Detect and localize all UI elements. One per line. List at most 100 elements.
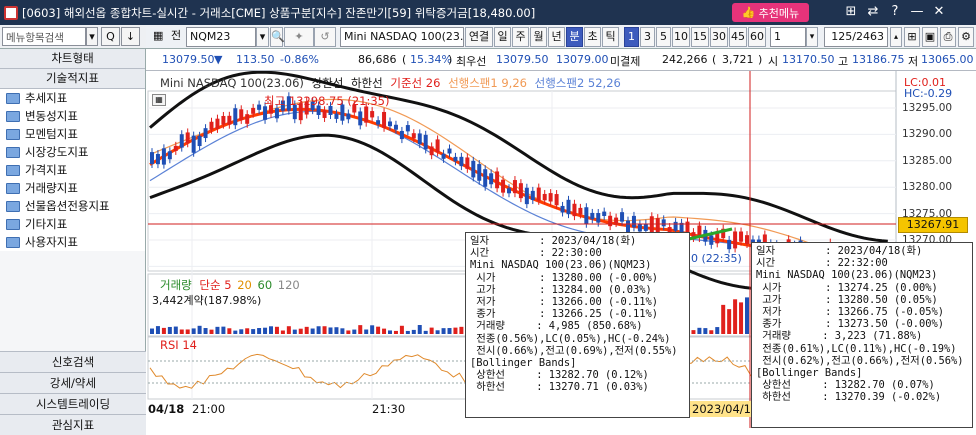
indicator-sidebar: 차트형태 기술적지표 추세지표변동성지표모멘텀지표시장강도지표 가격지표 거래량지표… bbox=[0, 49, 146, 435]
symbol-dropdown-icon[interactable]: ▾ bbox=[256, 27, 269, 47]
interval-5-button[interactable]: 5 bbox=[656, 27, 671, 47]
grid-icon[interactable]: ▦ bbox=[150, 27, 166, 47]
help-icon[interactable]: ? bbox=[886, 3, 904, 21]
candle-body bbox=[447, 148, 452, 154]
sidebar-item-3[interactable]: 시장강도지표 bbox=[0, 143, 145, 161]
candle-body bbox=[465, 157, 470, 169]
open-label: 시 bbox=[768, 55, 779, 68]
link-icon[interactable]: ⇄ bbox=[864, 3, 882, 21]
settings-icon[interactable]: ⚙ bbox=[958, 27, 974, 47]
time-label-2100: 21:00 bbox=[192, 402, 226, 416]
interval-10-button[interactable]: 10 bbox=[672, 27, 690, 47]
sidebar-item-label: 기타지표 bbox=[25, 217, 68, 231]
period-tick-button[interactable]: 틱 bbox=[602, 27, 619, 47]
data-count-field[interactable]: 125/2463 bbox=[824, 27, 888, 47]
period-year-button[interactable]: 년 bbox=[548, 27, 565, 47]
best-ask: 13079.00 bbox=[556, 53, 609, 66]
symbol-search-icon[interactable]: 🔍 bbox=[270, 27, 285, 47]
oi-open-paren: ( bbox=[712, 53, 717, 66]
bb-upper-line bbox=[149, 71, 888, 243]
sidebar-item-label: 모멘텀지표 bbox=[25, 127, 78, 141]
interval-3-button[interactable]: 3 bbox=[640, 27, 655, 47]
volume-bar bbox=[382, 328, 387, 334]
volume-bar bbox=[209, 329, 214, 334]
period-link-button[interactable]: 연결 bbox=[465, 27, 493, 47]
candle-body bbox=[733, 231, 738, 249]
interval-1-button[interactable]: 1 bbox=[624, 27, 639, 47]
period-week-button[interactable]: 주 bbox=[512, 27, 529, 47]
volume-bar bbox=[286, 326, 291, 334]
period-second-button[interactable]: 초 bbox=[584, 27, 601, 47]
chart-grid-icon[interactable]: ▦ bbox=[152, 94, 166, 106]
minimize-icon[interactable]: — bbox=[908, 3, 926, 21]
sidebar-item-7[interactable]: 기타지표 bbox=[0, 215, 145, 233]
layout-icon[interactable]: ⊞ bbox=[842, 3, 860, 21]
low-price-label: 0 (22:35) bbox=[691, 252, 742, 265]
candle-body bbox=[334, 113, 339, 119]
sidebar-item-5[interactable]: 거래량지표 bbox=[0, 179, 145, 197]
candle-body bbox=[578, 207, 583, 215]
sidebar-item-label: 변동성지표 bbox=[25, 109, 78, 123]
volume-ma4: 120 bbox=[277, 278, 300, 292]
count-stepper-icon[interactable]: ▴ bbox=[890, 27, 902, 47]
interval-60-button[interactable]: 60 bbox=[748, 27, 766, 47]
tooltip-line: 일자 : 2023/04/18(화) bbox=[470, 235, 637, 247]
interval-value-select[interactable]: 1 bbox=[770, 27, 806, 47]
refresh-icon[interactable]: ↺ bbox=[314, 27, 336, 47]
volume-bar bbox=[197, 325, 202, 334]
volume-bar bbox=[745, 297, 749, 334]
bull-bear-tab[interactable]: 강세/약세 bbox=[0, 372, 146, 393]
technical-indicator-header[interactable]: 기술적지표 bbox=[0, 69, 145, 89]
volume-bar bbox=[310, 328, 315, 334]
tooltip-line: 저가 : 13266.75 (-0.05%) bbox=[756, 306, 945, 319]
candle-body bbox=[257, 104, 262, 110]
down-arrow-button[interactable]: ↓ bbox=[121, 27, 140, 46]
interval-30-button[interactable]: 30 bbox=[710, 27, 728, 47]
interval-45-button[interactable]: 45 bbox=[729, 27, 747, 47]
candle-body bbox=[423, 134, 428, 150]
tooltip-line: 시가 : 13274.25 (0.00%) bbox=[756, 281, 938, 294]
candle-body bbox=[536, 187, 541, 201]
type-label[interactable]: 전 bbox=[168, 27, 184, 47]
price-tick: 13295.00 bbox=[902, 102, 953, 114]
system-trading-tab[interactable]: 시스템트레이딩 bbox=[0, 393, 146, 414]
folder-icon bbox=[6, 218, 20, 230]
candle-body bbox=[590, 212, 595, 220]
save-icon[interactable]: ▣ bbox=[922, 27, 938, 47]
volume-bar bbox=[269, 326, 273, 334]
volume-ma1: 단순 5 bbox=[199, 278, 232, 292]
watch-indicator-tab[interactable]: 관심지표 bbox=[0, 414, 146, 435]
sidebar-item-0[interactable]: 추세지표 bbox=[0, 89, 145, 107]
tooltip-line: 고가 : 13280.50 (0.05%) bbox=[756, 293, 938, 306]
print-icon[interactable]: ⎙ bbox=[940, 27, 956, 47]
tooltip-line: 종가 : 13273.50 (-0.00%) bbox=[756, 318, 945, 331]
chart-area[interactable]: Mini NASDAQ 100(23.06) 상한선 하한선 기준선 26 선행… bbox=[146, 71, 976, 428]
crosshair-icon[interactable]: ⊞ bbox=[904, 27, 920, 47]
volume-bar bbox=[322, 326, 327, 334]
spin-icon[interactable]: ✦ bbox=[284, 27, 314, 47]
close-icon[interactable]: ✕ bbox=[930, 3, 948, 21]
candle-body bbox=[518, 183, 523, 199]
sidebar-item-4[interactable]: 가격지표 bbox=[0, 161, 145, 179]
volume-bar bbox=[721, 304, 726, 334]
recommended-menu-button[interactable]: 👍 추천메뉴 bbox=[732, 3, 809, 22]
period-minute-button[interactable]: 분 bbox=[566, 27, 583, 47]
sidebar-item-2[interactable]: 모멘텀지표 bbox=[0, 125, 145, 143]
menu-search-input[interactable]: 메뉴항목검색 bbox=[2, 27, 86, 46]
search-dropdown-button[interactable]: ▾ bbox=[86, 27, 98, 46]
interval-15-button[interactable]: 15 bbox=[691, 27, 709, 47]
sidebar-item-8[interactable]: 사용자지표 bbox=[0, 233, 145, 251]
tooltip-line: 시가 : 13280.00 (-0.00%) bbox=[470, 271, 659, 284]
interval-dropdown-icon[interactable]: ▾ bbox=[806, 27, 818, 47]
tooltip-line: Mini NASDAQ 100(23.06)(NQM23) bbox=[756, 269, 938, 282]
search-button[interactable]: Q bbox=[101, 27, 120, 46]
period-month-button[interactable]: 월 bbox=[530, 27, 547, 47]
sidebar-item-1[interactable]: 변동성지표 bbox=[0, 107, 145, 125]
signal-search-tab[interactable]: 신호검색 bbox=[0, 351, 146, 372]
chart-type-header[interactable]: 차트형태 bbox=[0, 49, 145, 69]
symbol-input[interactable]: NQM23 bbox=[186, 27, 256, 47]
volume-bar bbox=[292, 329, 297, 334]
period-day-button[interactable]: 일 bbox=[494, 27, 511, 47]
window-title: [0603] 해외선옵 종합차트-실시간 - 거래소[CME] 상품구분[지수]… bbox=[22, 5, 536, 20]
sidebar-item-6[interactable]: 선물옵션전용지표 bbox=[0, 197, 145, 215]
